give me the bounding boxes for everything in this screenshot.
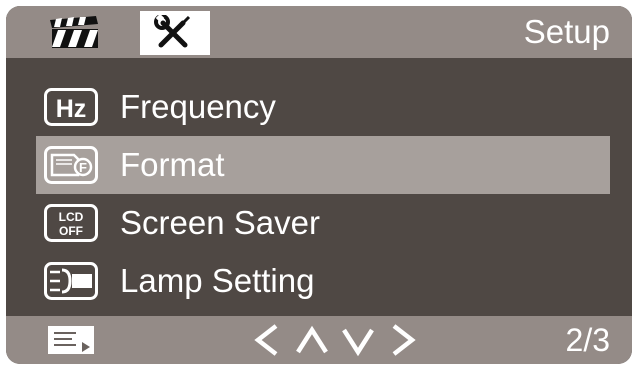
menu-item-lamp-setting[interactable]: Lamp Setting — [36, 252, 610, 310]
svg-text:OFF: OFF — [59, 224, 83, 238]
format-sd-card-icon: F — [44, 146, 98, 184]
down-arrow-icon[interactable] — [338, 318, 378, 362]
menu-item-format[interactable]: F Format — [36, 136, 610, 194]
menu-item-screen-saver[interactable]: LCD OFF Screen Saver — [36, 194, 610, 252]
camera-setup-screen: Setup Hz Frequency F Format LCD OFF Scre… — [6, 6, 632, 364]
right-arrow-icon[interactable] — [384, 318, 424, 362]
menu-list-icon — [46, 324, 96, 356]
lcd-off-icon: LCD OFF — [44, 204, 98, 242]
menu-item-label: Lamp Setting — [120, 262, 315, 299]
svg-text:F: F — [79, 160, 87, 175]
menu-item-label: Screen Saver — [120, 204, 320, 241]
page-indicator: 2/3 — [565, 322, 610, 358]
tab-setup[interactable] — [140, 11, 210, 55]
svg-text:Hz: Hz — [56, 95, 87, 123]
hz-icon: Hz — [44, 88, 98, 126]
lamp-headlight-icon — [44, 262, 98, 300]
bottom-bar: 2/3 — [6, 316, 632, 364]
movie-clapperboard-icon[interactable] — [46, 14, 102, 50]
menu-item-label: Frequency — [120, 88, 276, 125]
svg-text:LCD: LCD — [59, 210, 84, 224]
left-arrow-icon[interactable] — [246, 318, 286, 362]
screen-title: Setup — [523, 13, 610, 50]
navigation-arrows — [246, 318, 424, 362]
top-bar: Setup — [6, 6, 632, 58]
menu-item-frequency[interactable]: Hz Frequency — [36, 78, 610, 136]
menu-item-label: Format — [120, 146, 225, 183]
up-arrow-icon[interactable] — [292, 318, 332, 362]
wrench-screwdriver-icon — [154, 15, 191, 48]
